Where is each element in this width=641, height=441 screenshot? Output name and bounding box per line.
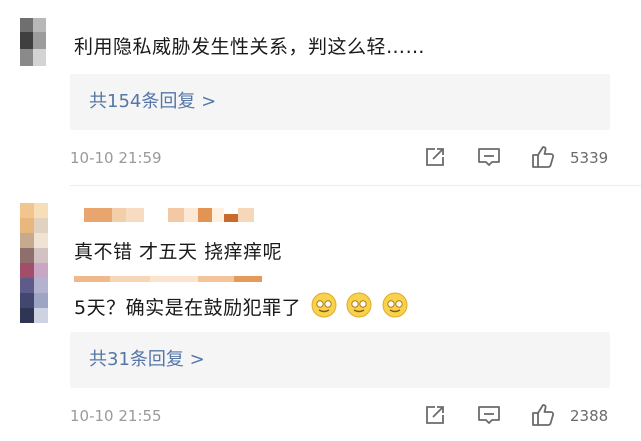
comment-icon[interactable] (476, 402, 502, 428)
replies-button[interactable]: 共31条回复 > (70, 332, 610, 388)
comment-meta: 10-10 21:59 5339 (70, 144, 615, 174)
comment-item: 利用隐私威胁发生性关系，判这么轻…… 共154条回复 > 10-10 21:59… (0, 0, 641, 180)
share-icon[interactable] (422, 402, 448, 428)
timestamp: 10-10 21:59 (70, 149, 162, 167)
comment-text-line-2-text: 5天？确实是在鼓励犯罪了 (74, 297, 302, 319)
replies-label: 共31条回复 > (89, 349, 205, 370)
timestamp: 10-10 21:55 (70, 407, 162, 425)
comment-text-line-2: 5天？确实是在鼓励犯罪了 (74, 292, 408, 324)
replies-button[interactable]: 共154条回复 > (70, 74, 610, 130)
comment-text: 利用隐私威胁发生性关系，判这么轻…… (74, 36, 426, 58)
smirk-face-emoji (311, 292, 337, 324)
avatar[interactable] (20, 203, 48, 323)
like-count: 5339 (570, 149, 609, 167)
comment-meta: 10-10 21:55 2388 (70, 402, 615, 432)
replies-label: 共154条回复 > (89, 91, 217, 112)
quoted-username-blurred[interactable] (74, 276, 274, 284)
share-icon[interactable] (422, 144, 448, 170)
smirk-face-emoji (346, 292, 372, 324)
avatar[interactable] (20, 18, 46, 66)
username-blurred[interactable] (84, 208, 274, 222)
comment-item: 真不错 才五天 挠痒痒呢 5天？确实是在鼓励犯罪了 共31条回复 > 10-10… (0, 186, 641, 441)
thumbs-up-icon[interactable] (530, 402, 556, 428)
thumbs-up-icon[interactable] (530, 144, 556, 170)
smirk-face-emoji (382, 292, 408, 324)
comment-icon[interactable] (476, 144, 502, 170)
comment-text-line-1: 真不错 才五天 挠痒痒呢 (74, 241, 283, 263)
like-count: 2388 (570, 407, 609, 425)
